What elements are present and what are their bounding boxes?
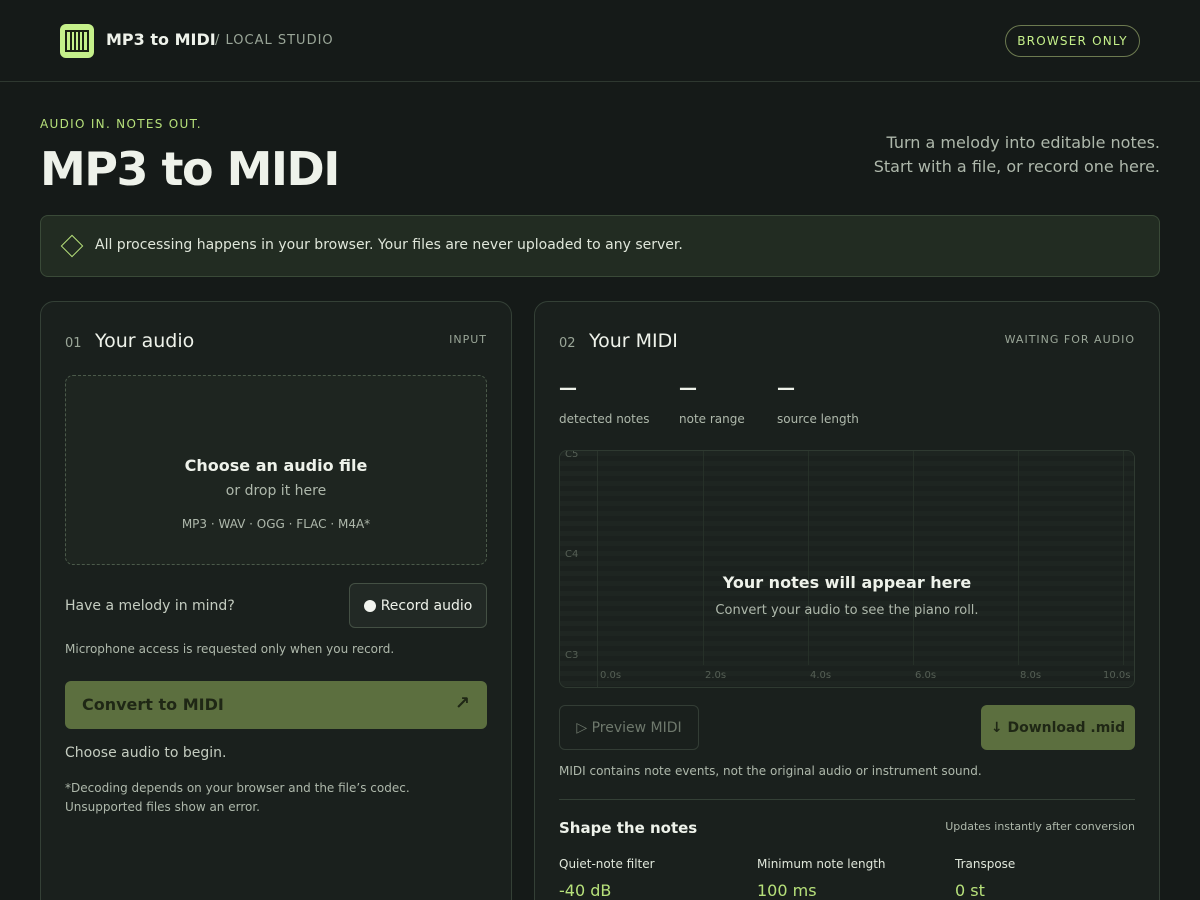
privacy-notice: All processing happens in your browser. … — [40, 215, 1160, 277]
step-number: 02 — [559, 336, 576, 351]
page-title: MP3 to MIDI — [40, 142, 340, 196]
stat-label: detected notes — [559, 412, 650, 426]
supported-formats: MP3 · WAV · OGG · FLAC · M4A* — [181, 517, 371, 531]
melody-prompt: Have a melody in mind? — [65, 598, 235, 614]
grid-line — [1018, 451, 1019, 665]
control-value: -40 dB — [559, 881, 612, 900]
time-label: 6.0s — [915, 670, 937, 681]
privacy-notice-text: All processing happens in your browser. … — [95, 237, 683, 253]
hero-description: Turn a melody into editable notes. Start… — [860, 131, 1160, 179]
dropzone-subtitle: or drop it here — [225, 483, 327, 499]
microphone-note: Microphone access is requested only when… — [65, 642, 395, 656]
top-bar: MP3 to MIDI / LOCAL STUDIO BROWSER ONLY — [0, 0, 1200, 82]
time-label: 2.0s — [705, 670, 727, 681]
dropzone-title: Choose an audio file — [184, 456, 368, 475]
decoding-footnote: *Decoding depends on your browser and th… — [65, 781, 410, 814]
audio-input-card: 01 Your audio INPUT Choose an audio file… — [40, 301, 512, 900]
transpose-control[interactable]: Transpose 0 st — [955, 857, 1016, 900]
stat-note-range: — note range — [679, 378, 745, 426]
divider — [559, 799, 1135, 800]
grid-line — [913, 451, 914, 665]
brand-name[interactable]: MP3 to MIDI — [106, 30, 216, 49]
convert-label: Convert to MIDI — [82, 695, 224, 714]
stat-value: — — [679, 378, 697, 399]
status-badge: WAITING FOR AUDIO — [1004, 333, 1135, 346]
grid-line — [808, 451, 809, 665]
stat-source-length: — source length — [777, 378, 859, 426]
control-label: Quiet-note filter — [559, 857, 655, 871]
convert-to-midi-button[interactable]: Convert to MIDI ↗ — [65, 681, 487, 729]
empty-state-title: Your notes will appear here — [722, 573, 972, 592]
stat-label: note range — [679, 412, 745, 426]
midi-info-note: MIDI contains note events, not the origi… — [559, 764, 982, 778]
audio-dropzone[interactable]: Choose an audio file or drop it here MP3… — [65, 375, 487, 565]
pitch-label: C5 — [565, 450, 579, 460]
grid-line — [1123, 451, 1124, 665]
pitch-label: C3 — [565, 650, 579, 661]
preview-midi-label: ▷ Preview MIDI — [576, 719, 682, 736]
record-audio-button[interactable]: Record audio — [349, 583, 487, 628]
card-title: Your audio — [95, 330, 195, 352]
brand-subtitle: / LOCAL STUDIO — [215, 33, 334, 48]
shape-notes-meta: Updates instantly after conversion — [945, 820, 1135, 833]
time-label: 8.0s — [1020, 670, 1042, 681]
time-label: 4.0s — [810, 670, 832, 681]
card-title: Your MIDI — [589, 330, 678, 352]
control-label: Minimum note length — [757, 857, 886, 871]
minimum-note-length-control[interactable]: Minimum note length 100 ms — [757, 857, 886, 900]
midi-output-card: 02 Your MIDI WAITING FOR AUDIO — detecte… — [534, 301, 1160, 900]
piano-keys-logo-icon — [60, 24, 94, 58]
arrow-up-right-icon: ↗ — [454, 693, 470, 714]
piano-roll-grid — [598, 451, 1134, 687]
browser-only-badge: BROWSER ONLY — [1005, 25, 1140, 57]
stat-value: — — [777, 378, 795, 399]
card-tag: INPUT — [449, 333, 487, 346]
step-number: 01 — [65, 336, 82, 351]
stat-detected-notes: — detected notes — [559, 378, 650, 426]
grid-line — [703, 451, 704, 665]
empty-state-subtitle: Convert your audio to see the piano roll… — [715, 603, 979, 618]
pitch-label: C4 — [565, 549, 579, 560]
stat-value: — — [559, 378, 577, 399]
control-value: 100 ms — [757, 881, 817, 900]
hero-description-line: Start with a file, or record one here. — [873, 157, 1160, 176]
hero-description-line: Turn a melody into editable notes. — [886, 133, 1160, 152]
preview-midi-button[interactable]: ▷ Preview MIDI — [559, 705, 699, 750]
input-status: Choose audio to begin. — [65, 745, 227, 761]
shape-notes-title: Shape the notes — [559, 819, 698, 837]
diamond-icon — [60, 234, 84, 258]
stat-label: source length — [777, 412, 859, 426]
time-label: 0.0s — [600, 670, 622, 681]
quiet-note-filter-control[interactable]: Quiet-note filter -40 dB — [559, 857, 655, 900]
record-audio-label: Record audio — [380, 597, 473, 614]
download-mid-button[interactable]: ↓ Download .mid — [981, 705, 1135, 750]
time-label: 10.0s — [1103, 670, 1131, 681]
hero-eyebrow: AUDIO IN. NOTES OUT. — [40, 117, 202, 131]
control-label: Transpose — [955, 857, 1016, 871]
piano-roll: C5 C4 C3 0.0s 2.0s 4.0s 6.0s 8.0s 10.0s … — [559, 450, 1135, 688]
download-mid-label: ↓ Download .mid — [990, 719, 1126, 736]
record-dot-icon — [363, 599, 376, 612]
control-value: 0 st — [955, 881, 985, 900]
